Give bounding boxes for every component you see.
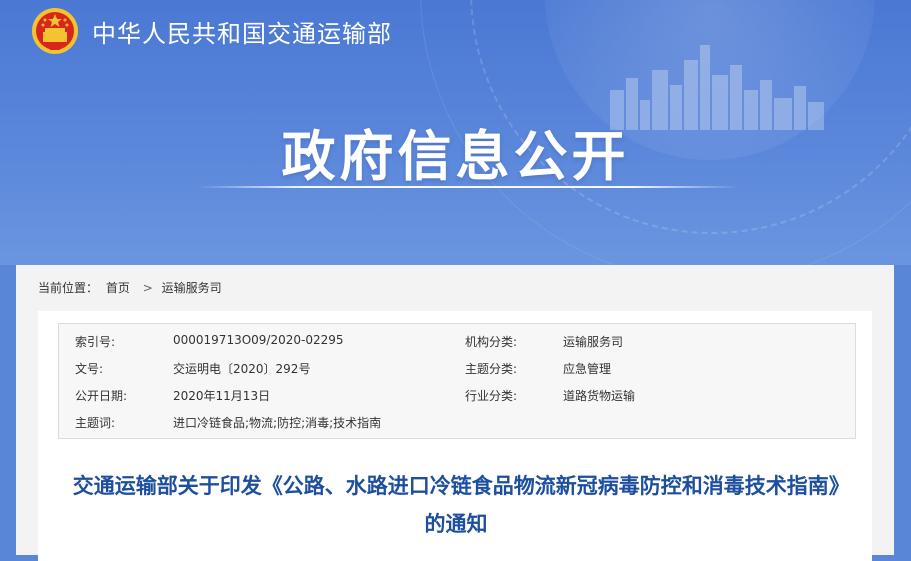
topic-value: 应急管理	[563, 362, 612, 376]
breadcrumb: 当前位置： 首页 > 运输服务司	[38, 279, 226, 296]
breadcrumb-separator: >	[142, 281, 153, 295]
org-label: 机构分类:	[465, 335, 518, 349]
docno-label: 文号:	[75, 362, 104, 376]
page-body: 当前位置： 首页 > 运输服务司 索引号: 000019713O09/2020-…	[16, 265, 894, 561]
topic-label: 主题分类:	[465, 362, 518, 376]
breadcrumb-home[interactable]: 首页	[106, 281, 130, 295]
docno-value: 交运明电〔2020〕292号	[173, 362, 311, 376]
date-value: 2020年11月13日	[173, 389, 271, 403]
keywords-value: 进口冷链食品;物流;防控;消毒;技术指南	[173, 416, 382, 430]
info-row: 文号: 交运明电〔2020〕292号 主题分类: 应急管理	[59, 360, 855, 380]
industry-label: 行业分类:	[465, 389, 518, 403]
title-underline	[198, 186, 738, 188]
header-banner: 中华人民共和国交通运输部 政府信息公开	[0, 0, 911, 265]
breadcrumb-label: 当前位置：	[38, 281, 99, 295]
index-value: 000019713O09/2020-02295	[173, 333, 344, 347]
section-title: 政府信息公开	[281, 125, 630, 188]
national-emblem-icon	[32, 8, 78, 54]
industry-value: 道路货物运输	[563, 389, 636, 403]
index-label: 索引号:	[75, 335, 116, 349]
breadcrumb-current[interactable]: 运输服务司	[162, 281, 222, 295]
content-panel: 索引号: 000019713O09/2020-02295 机构分类: 运输服务司…	[38, 311, 872, 561]
keywords-label: 主题词:	[75, 416, 116, 430]
date-label: 公开日期:	[75, 389, 128, 403]
info-row: 索引号: 000019713O09/2020-02295 机构分类: 运输服务司	[59, 333, 855, 353]
org-value: 运输服务司	[563, 335, 624, 349]
info-row: 主题词: 进口冷链食品;物流;防控;消毒;技术指南	[59, 414, 855, 434]
document-info-table: 索引号: 000019713O09/2020-02295 机构分类: 运输服务司…	[58, 323, 856, 439]
document-title: 交通运输部关于印发《公路、水路进口冷链食品物流新冠病毒防控和消毒技术指南》的通知	[72, 474, 840, 536]
site-title[interactable]: 中华人民共和国交通运输部	[92, 14, 392, 49]
info-row: 公开日期: 2020年11月13日 行业分类: 道路货物运输	[59, 387, 855, 407]
